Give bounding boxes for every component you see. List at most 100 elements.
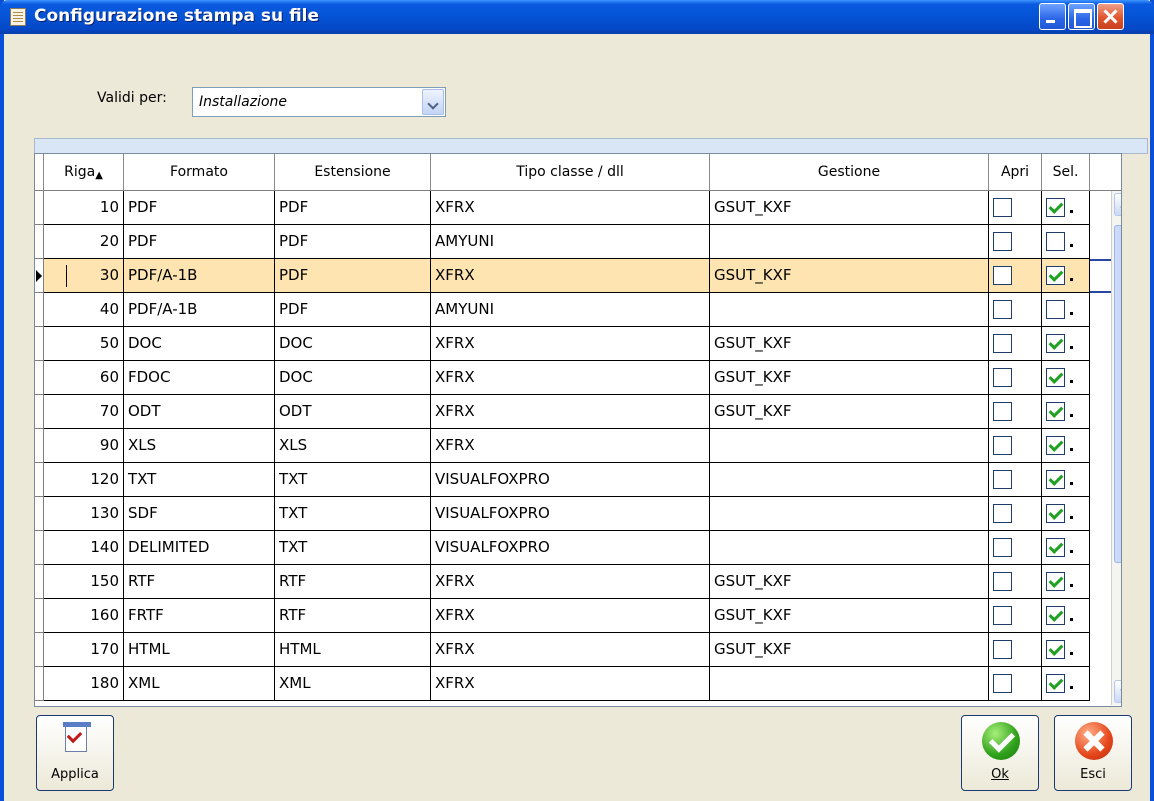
sel-checkbox[interactable] [1046,266,1065,285]
cell-riga[interactable]: 30 [44,259,124,293]
cell-riga[interactable]: 20 [44,225,124,259]
cell-riga[interactable]: 170 [44,633,124,667]
table-row[interactable]: 60 FDOC DOC XFRX GSUT_KXF [35,361,1121,395]
cell-gestione[interactable] [710,225,989,259]
cell-formato[interactable]: PDF [124,225,275,259]
header-gestione[interactable]: Gestione [710,154,989,190]
apri-checkbox[interactable] [993,436,1012,455]
cell-gestione[interactable]: GSUT_KXF [710,191,989,225]
row-selector[interactable] [35,463,44,497]
apri-checkbox[interactable] [993,334,1012,353]
cell-formato[interactable]: ODT [124,395,275,429]
cell-gestione[interactable]: GSUT_KXF [710,327,989,361]
cell-tipo[interactable]: AMYUNI [431,293,710,327]
sel-checkbox[interactable] [1046,198,1065,217]
cell-tipo[interactable]: XFRX [431,429,710,463]
cell-gestione[interactable]: GSUT_KXF [710,633,989,667]
cell-gestione[interactable] [710,429,989,463]
apri-checkbox[interactable] [993,640,1012,659]
cell-estensione[interactable]: TXT [275,497,431,531]
apri-checkbox[interactable] [993,232,1012,251]
sel-checkbox[interactable] [1046,470,1065,489]
cell-tipo[interactable]: XFRX [431,599,710,633]
cell-tipo[interactable]: XFRX [431,327,710,361]
table-row[interactable]: 30 PDF/A-1B PDF XFRX GSUT_KXF [35,259,1121,293]
cell-riga[interactable]: 70 [44,395,124,429]
table-row[interactable]: 40 PDF/A-1B PDF AMYUNI [35,293,1121,327]
row-selector[interactable] [35,293,44,327]
validi-per-combo[interactable]: Installazione [192,87,446,117]
cell-riga[interactable]: 90 [44,429,124,463]
apri-checkbox[interactable] [993,572,1012,591]
apri-checkbox[interactable] [993,606,1012,625]
cell-formato[interactable]: XML [124,667,275,701]
apri-checkbox[interactable] [993,538,1012,557]
apri-checkbox[interactable] [993,504,1012,523]
table-row[interactable]: 20 PDF PDF AMYUNI [35,225,1121,259]
cell-tipo[interactable]: XFRX [431,361,710,395]
sel-checkbox[interactable] [1046,674,1065,693]
minimize-button[interactable] [1039,3,1066,30]
apri-checkbox[interactable] [993,470,1012,489]
cell-estensione[interactable]: PDF [275,191,431,225]
cell-estensione[interactable]: PDF [275,293,431,327]
esci-button[interactable]: Esci [1054,715,1132,791]
header-formato[interactable]: Formato [124,154,275,190]
sel-checkbox[interactable] [1046,334,1065,353]
cell-tipo[interactable]: XFRX [431,259,710,293]
cell-riga[interactable]: 160 [44,599,124,633]
cell-gestione[interactable] [710,531,989,565]
cell-estensione[interactable]: HTML [275,633,431,667]
header-tipo-classe[interactable]: Tipo classe / dll [431,154,710,190]
cell-formato[interactable]: PDF [124,191,275,225]
table-row[interactable]: 130 SDF TXT VISUALFOXPRO [35,497,1121,531]
cell-tipo[interactable]: XFRX [431,667,710,701]
cell-riga[interactable]: 120 [44,463,124,497]
table-row[interactable]: 50 DOC DOC XFRX GSUT_KXF [35,327,1121,361]
vertical-scrollbar[interactable] [1111,191,1121,705]
sel-checkbox[interactable] [1046,368,1065,387]
cell-gestione[interactable] [710,463,989,497]
sel-checkbox[interactable] [1046,402,1065,421]
cell-estensione[interactable]: RTF [275,599,431,633]
sel-checkbox[interactable] [1046,232,1065,251]
row-selector[interactable] [35,191,44,225]
header-apri[interactable]: Apri [989,154,1042,190]
cell-gestione[interactable]: GSUT_KXF [710,565,989,599]
sel-checkbox[interactable] [1046,572,1065,591]
cell-gestione[interactable] [710,497,989,531]
apri-checkbox[interactable] [993,402,1012,421]
cell-estensione[interactable]: DOC [275,361,431,395]
cell-gestione[interactable]: GSUT_KXF [710,259,989,293]
cell-formato[interactable]: RTF [124,565,275,599]
header-estensione[interactable]: Estensione [275,154,431,190]
row-selector[interactable] [35,361,44,395]
cell-riga[interactable]: 10 [44,191,124,225]
cell-gestione[interactable]: GSUT_KXF [710,395,989,429]
cell-formato[interactable]: SDF [124,497,275,531]
table-row[interactable]: 120 TXT TXT VISUALFOXPRO [35,463,1121,497]
cell-riga[interactable]: 40 [44,293,124,327]
cell-estensione[interactable]: TXT [275,531,431,565]
cell-tipo[interactable]: XFRX [431,633,710,667]
table-row[interactable]: 160 FRTF RTF XFRX GSUT_KXF [35,599,1121,633]
title-bar[interactable]: Configurazione stampa su file [0,0,1154,34]
cell-estensione[interactable]: TXT [275,463,431,497]
cell-tipo[interactable]: XFRX [431,191,710,225]
cell-estensione[interactable]: ODT [275,395,431,429]
cell-formato[interactable]: FDOC [124,361,275,395]
chevron-down-icon[interactable] [422,89,444,115]
sel-checkbox[interactable] [1046,504,1065,523]
cell-formato[interactable]: DELIMITED [124,531,275,565]
cell-formato[interactable]: XLS [124,429,275,463]
table-row[interactable]: 90 XLS XLS XFRX [35,429,1121,463]
cell-tipo[interactable]: VISUALFOXPRO [431,497,710,531]
header-sel[interactable]: Sel. [1042,154,1090,190]
cell-estensione[interactable]: DOC [275,327,431,361]
cell-gestione[interactable]: GSUT_KXF [710,599,989,633]
cell-tipo[interactable]: XFRX [431,395,710,429]
apri-checkbox[interactable] [993,674,1012,693]
scroll-down-icon[interactable] [1114,680,1121,703]
table-row[interactable]: 180 XML XML XFRX [35,667,1121,701]
row-selector[interactable] [35,225,44,259]
